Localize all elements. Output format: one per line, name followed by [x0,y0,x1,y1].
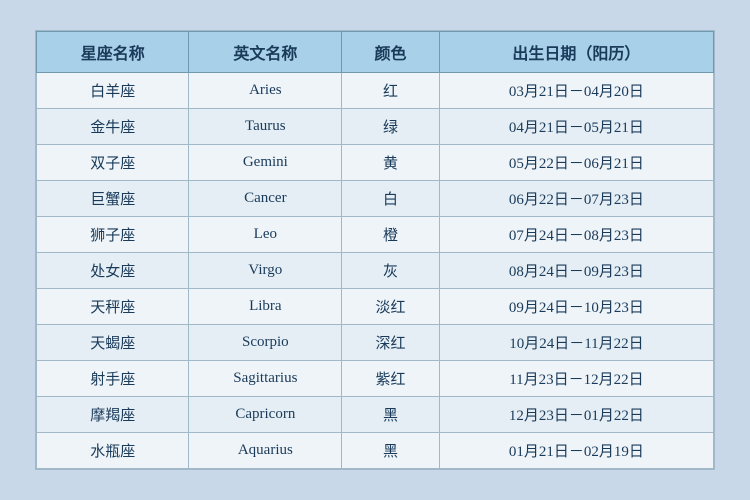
table-row: 白羊座Aries红03月21日－04月20日 [37,73,714,109]
header-chinese-name: 星座名称 [37,32,189,73]
cell-color: 紫红 [342,361,440,397]
header-color: 颜色 [342,32,440,73]
cell-english-name: Virgo [189,253,342,289]
table-row: 天秤座Libra淡红09月24日－10月23日 [37,289,714,325]
cell-dates: 04月21日－05月21日 [439,109,713,145]
cell-dates: 12月23日－01月22日 [439,397,713,433]
cell-english-name: Cancer [189,181,342,217]
table-row: 金牛座Taurus绿04月21日－05月21日 [37,109,714,145]
cell-chinese-name: 狮子座 [37,217,189,253]
cell-dates: 01月21日－02月19日 [439,433,713,469]
cell-color: 黑 [342,433,440,469]
cell-english-name: Taurus [189,109,342,145]
zodiac-table-container: 星座名称 英文名称 颜色 出生日期（阳历） 白羊座Aries红03月21日－04… [35,30,715,470]
cell-chinese-name: 处女座 [37,253,189,289]
cell-chinese-name: 水瓶座 [37,433,189,469]
table-row: 水瓶座Aquarius黑01月21日－02月19日 [37,433,714,469]
table-body: 白羊座Aries红03月21日－04月20日金牛座Taurus绿04月21日－0… [37,73,714,469]
table-row: 处女座Virgo灰08月24日－09月23日 [37,253,714,289]
cell-english-name: Aries [189,73,342,109]
cell-dates: 05月22日－06月21日 [439,145,713,181]
cell-chinese-name: 摩羯座 [37,397,189,433]
table-row: 射手座Sagittarius紫红11月23日－12月22日 [37,361,714,397]
table-row: 双子座Gemini黄05月22日－06月21日 [37,145,714,181]
cell-chinese-name: 巨蟹座 [37,181,189,217]
cell-english-name: Scorpio [189,325,342,361]
cell-chinese-name: 天秤座 [37,289,189,325]
cell-color: 绿 [342,109,440,145]
cell-english-name: Capricorn [189,397,342,433]
header-dates: 出生日期（阳历） [439,32,713,73]
cell-dates: 09月24日－10月23日 [439,289,713,325]
cell-dates: 06月22日－07月23日 [439,181,713,217]
cell-chinese-name: 双子座 [37,145,189,181]
cell-dates: 03月21日－04月20日 [439,73,713,109]
table-row: 狮子座Leo橙07月24日－08月23日 [37,217,714,253]
cell-color: 灰 [342,253,440,289]
zodiac-table: 星座名称 英文名称 颜色 出生日期（阳历） 白羊座Aries红03月21日－04… [36,31,714,469]
cell-dates: 07月24日－08月23日 [439,217,713,253]
table-row: 摩羯座Capricorn黑12月23日－01月22日 [37,397,714,433]
cell-english-name: Leo [189,217,342,253]
table-row: 天蝎座Scorpio深红10月24日－11月22日 [37,325,714,361]
table-row: 巨蟹座Cancer白06月22日－07月23日 [37,181,714,217]
cell-color: 白 [342,181,440,217]
cell-english-name: Libra [189,289,342,325]
cell-color: 橙 [342,217,440,253]
cell-english-name: Sagittarius [189,361,342,397]
header-english-name: 英文名称 [189,32,342,73]
table-header-row: 星座名称 英文名称 颜色 出生日期（阳历） [37,32,714,73]
cell-chinese-name: 射手座 [37,361,189,397]
cell-color: 红 [342,73,440,109]
cell-chinese-name: 白羊座 [37,73,189,109]
cell-color: 黄 [342,145,440,181]
cell-color: 深红 [342,325,440,361]
cell-english-name: Gemini [189,145,342,181]
cell-dates: 08月24日－09月23日 [439,253,713,289]
cell-color: 淡红 [342,289,440,325]
cell-dates: 11月23日－12月22日 [439,361,713,397]
cell-chinese-name: 天蝎座 [37,325,189,361]
cell-chinese-name: 金牛座 [37,109,189,145]
cell-english-name: Aquarius [189,433,342,469]
cell-color: 黑 [342,397,440,433]
cell-dates: 10月24日－11月22日 [439,325,713,361]
